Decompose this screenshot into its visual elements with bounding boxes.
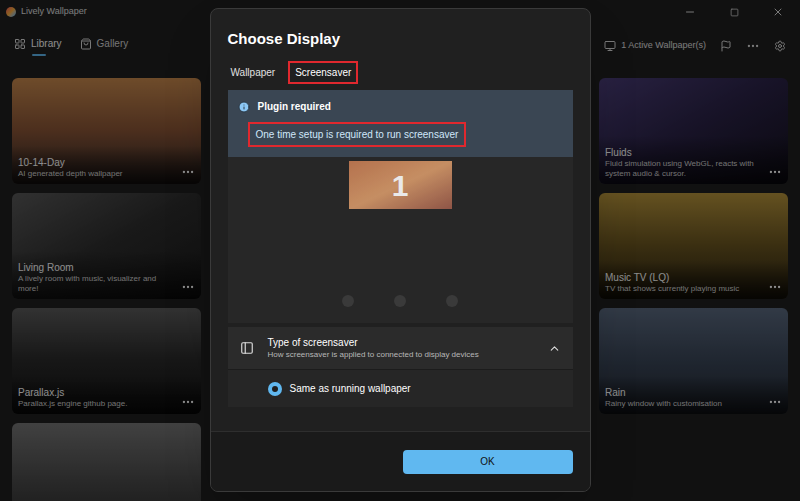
- display-tile[interactable]: 1: [349, 161, 452, 209]
- plugin-notice: Plugin requiredOne time setup is require…: [228, 90, 573, 157]
- screensaver-type-expander[interactable]: Type of screensaverHow screensaver is ap…: [228, 327, 573, 369]
- info-icon: [238, 101, 250, 113]
- choose-display-dialog: Choose DisplayWallpaperScreensaverPlugin…: [210, 8, 591, 492]
- ok-button[interactable]: OK: [403, 450, 573, 474]
- setup-link[interactable]: One time setup is required to run screen…: [248, 122, 467, 147]
- radio-option[interactable]: Same as running wallpaper: [268, 381, 533, 396]
- page-dot[interactable]: [342, 295, 354, 307]
- dialog-title: Choose Display: [228, 30, 341, 47]
- modal-overlay: Choose DisplayWallpaperScreensaverPlugin…: [0, 0, 800, 501]
- app-window: Lively WallpaperLibraryGallery1 Active W…: [0, 0, 800, 501]
- dialog-footer: OK: [211, 431, 590, 491]
- page-dot[interactable]: [394, 295, 406, 307]
- screensaver-options: Same as running wallpaper: [228, 369, 573, 407]
- dialog-tab[interactable]: Screensaver: [288, 61, 358, 84]
- dialog-tab[interactable]: Wallpaper: [224, 61, 283, 84]
- display-preview: 1: [228, 157, 573, 323]
- dialog-tabs: WallpaperScreensaver: [211, 61, 590, 90]
- page-dot[interactable]: [446, 295, 458, 307]
- layout-icon: [240, 341, 254, 355]
- chevron-icon[interactable]: [548, 342, 561, 355]
